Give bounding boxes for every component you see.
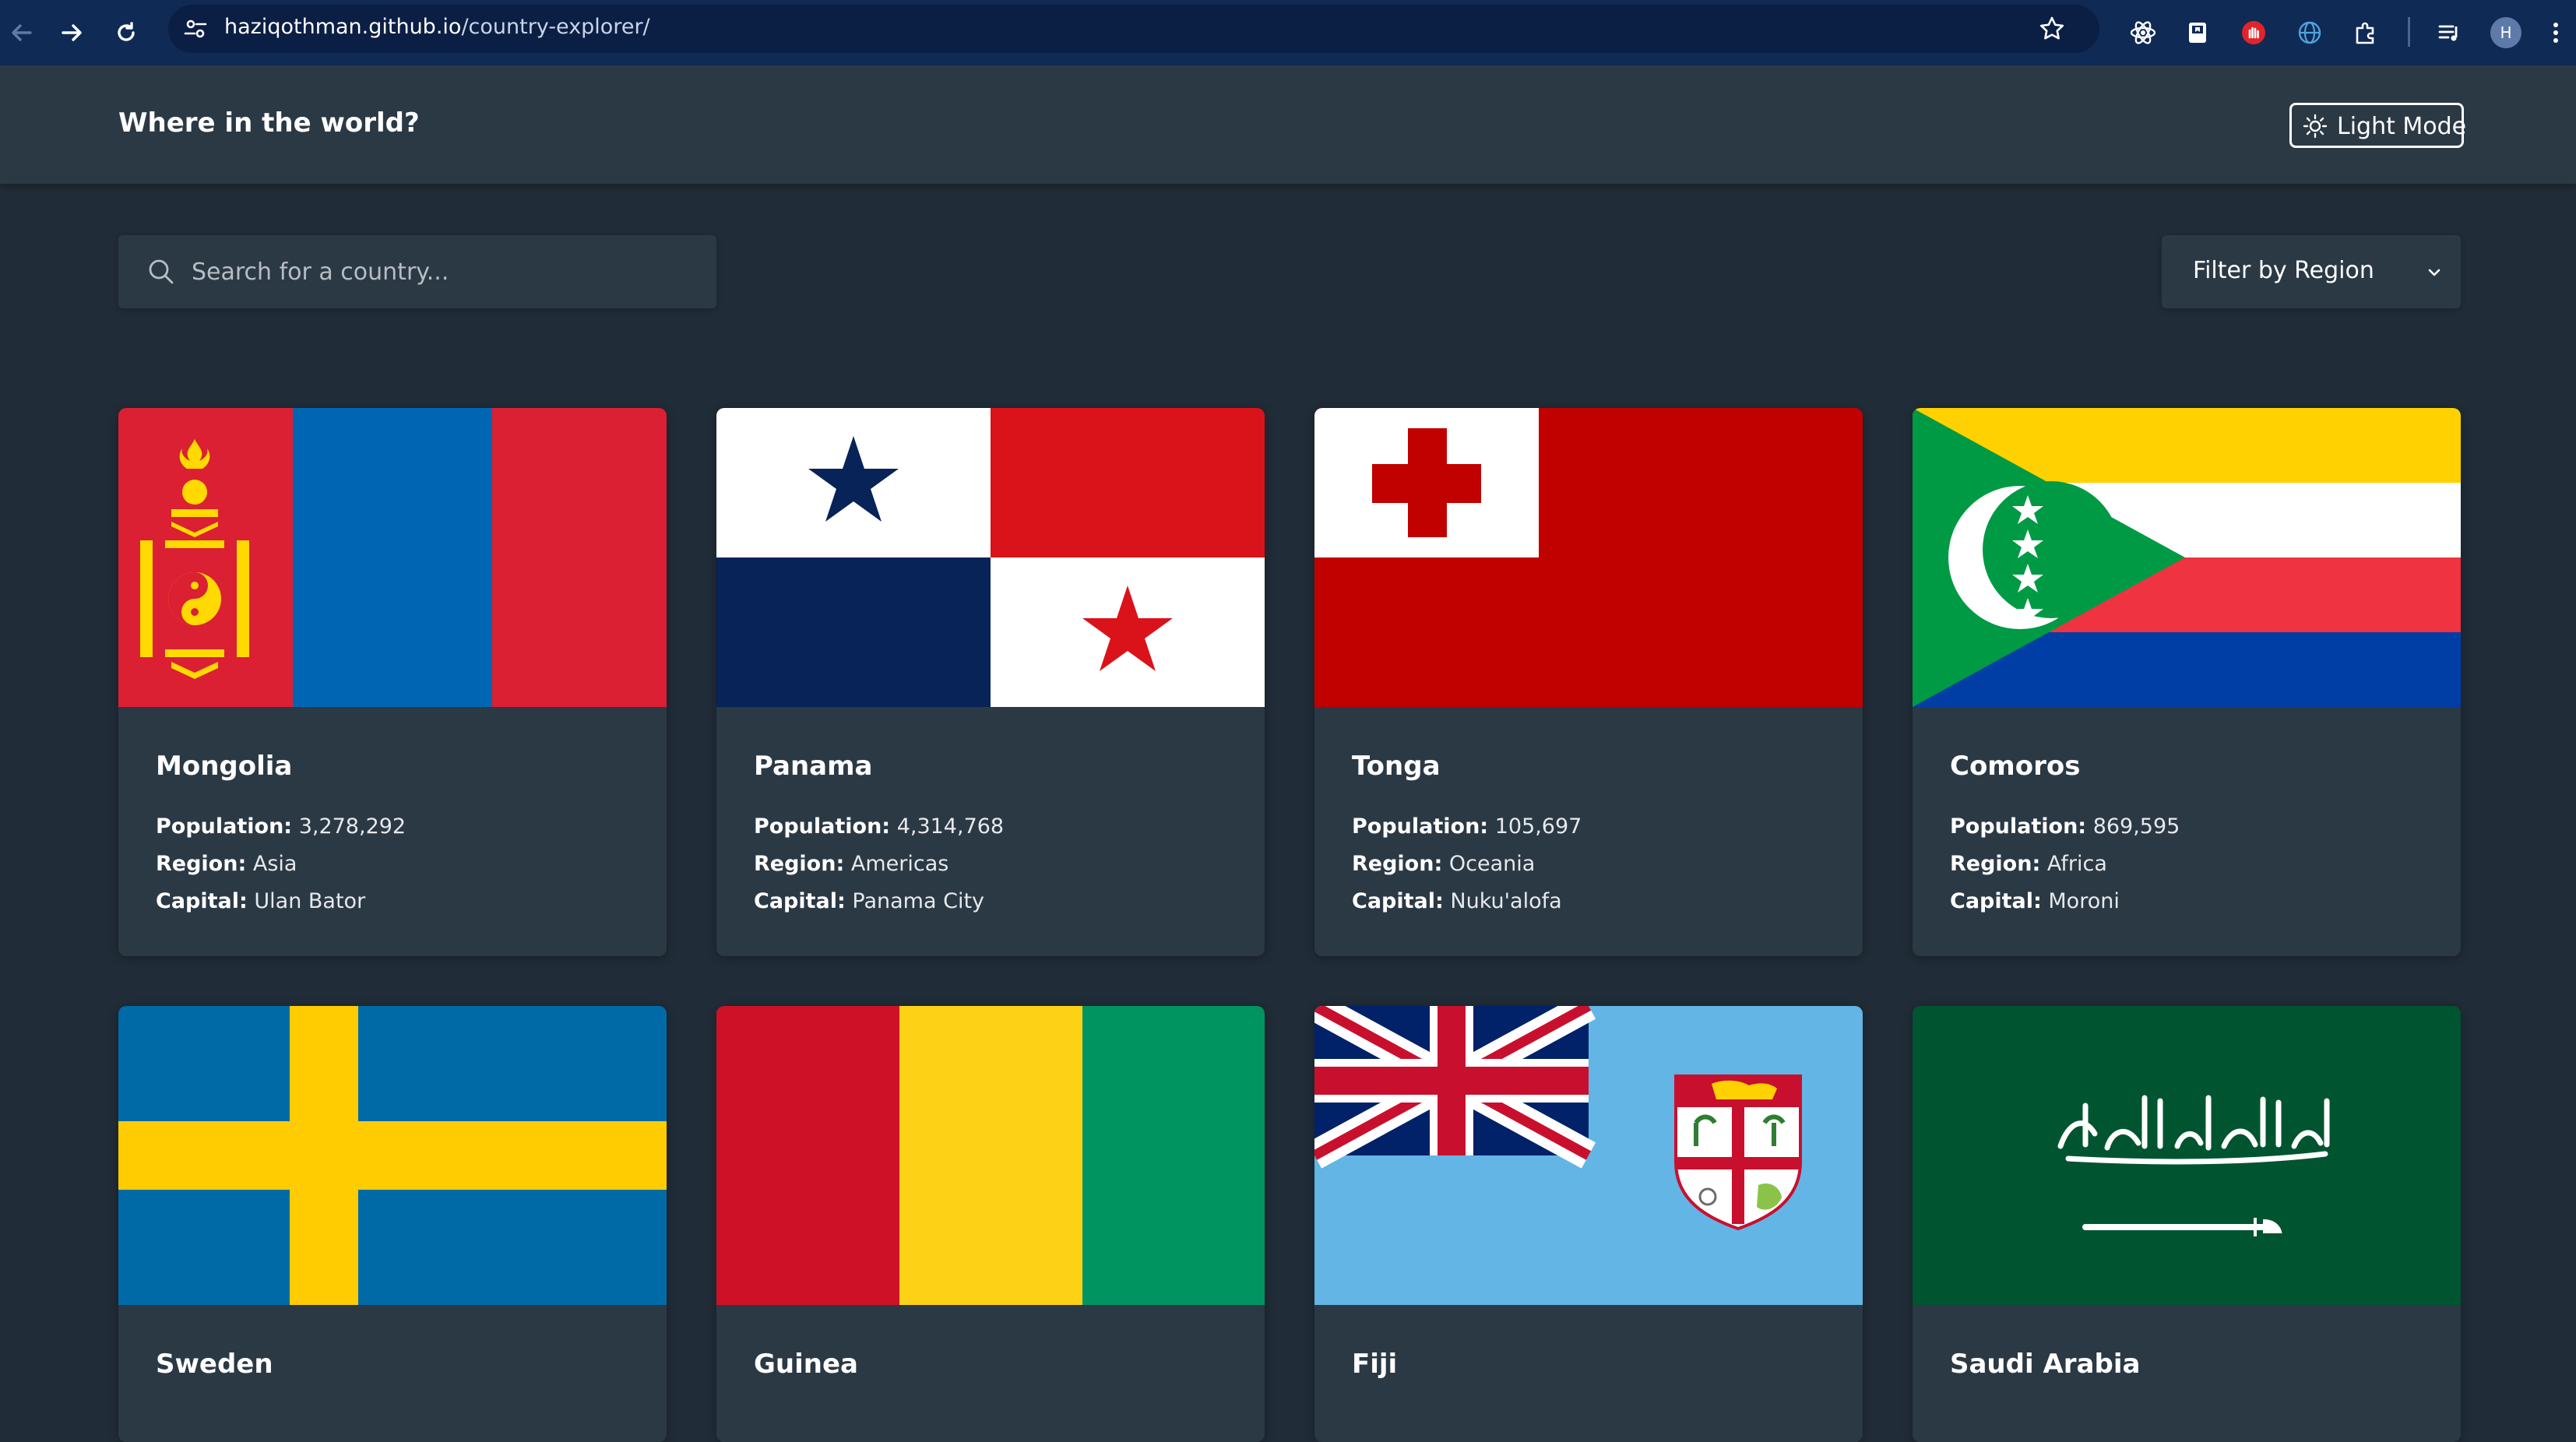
sun-icon [2303,114,2328,139]
country-card-sweden[interactable]: Sweden [118,1006,667,1442]
country-card-fiji[interactable]: Fiji [1314,1006,1863,1442]
sweden-flag [118,1006,667,1305]
country-capital: Capital: Panama City [754,889,984,913]
search-box[interactable] [118,235,716,308]
country-name: Saudi Arabia [1950,1349,2141,1380]
react-devtools-icon[interactable] [2121,11,2165,55]
capital-value: Moroni [2048,889,2120,913]
media-control-icon[interactable] [2428,11,2472,55]
country-name: Comoros [1950,751,2081,782]
region-value: Africa [2046,852,2107,876]
region-value: Americas [850,852,949,876]
capital-label: Capital: [156,889,248,913]
country-name: Tonga [1352,751,1441,782]
capital-value: Nuku'alofa [1450,889,1562,913]
profile-avatar[interactable]: H [2484,11,2528,55]
extension-globe-icon[interactable] [2288,11,2331,55]
population-label: Population: [1352,814,1489,839]
country-name: Fiji [1352,1349,1398,1380]
fiji-flag [1314,1006,1863,1305]
browser-toolbar: haziqothman.github.io/country-explorer/ … [0,0,2576,65]
country-region: Region: Africa [1950,852,2107,876]
panama-flag [716,408,1265,707]
country-capital: Capital: Nuku'alofa [1352,889,1562,913]
capital-label: Capital: [1352,889,1444,913]
region-label: Region: [156,852,247,876]
address-bar[interactable]: haziqothman.github.io/country-explorer/ [168,5,2099,53]
country-region: Region: Americas [754,852,948,876]
saudi-arabia-flag [1913,1006,2461,1305]
toolbar-divider [2408,17,2410,47]
country-card-mongolia[interactable]: Mongolia Population: 3,278,292 Region: A… [118,408,667,956]
country-capital: Capital: Moroni [1950,889,2120,913]
capital-value: Ulan Bator [254,889,366,913]
country-card-guinea[interactable]: Guinea [716,1006,1265,1442]
extension-bookmark-icon[interactable] [2176,11,2219,55]
theme-toggle-button[interactable]: Light Mode [2289,103,2467,148]
capital-value: Panama City [852,889,985,913]
tonga-flag [1314,408,1863,707]
url-text: haziqothman.github.io/country-explorer/ [224,15,650,39]
comoros-flag [1913,408,2461,707]
page-title: Where in the world? [118,107,420,139]
region-label: Region: [754,852,845,876]
population-value: 3,278,292 [298,814,406,839]
url-domain: haziqothman.github.io [224,15,462,39]
country-name: Panama [754,751,873,782]
country-population: Population: 4,314,768 [754,814,1004,839]
forward-icon[interactable] [50,11,93,55]
region-label: Region: [1352,852,1443,876]
country-name: Guinea [754,1349,858,1380]
browser-menu-icon[interactable] [2540,11,2571,55]
country-capital: Capital: Ulan Bator [156,889,365,913]
url-path: /country-explorer/ [461,15,650,39]
back-icon[interactable] [0,11,44,55]
mongolia-flag [118,408,667,707]
population-label: Population: [754,814,891,839]
chevron-down-icon [2425,263,2444,282]
site-info-icon[interactable] [182,16,209,42]
country-population: Population: 3,278,292 [156,814,406,839]
country-population: Population: 105,697 [1352,814,1582,839]
country-name: Sweden [156,1349,273,1380]
country-card-tonga[interactable]: Tonga Population: 105,697 Region: Oceani… [1314,408,1863,956]
region-filter-label: Filter by Region [2193,257,2374,284]
region-value: Oceania [1448,852,1536,876]
country-card-panama[interactable]: Panama Population: 4,314,768 Region: Ame… [716,408,1265,956]
bookmark-star-icon[interactable] [2037,14,2067,44]
adblock-icon[interactable] [2232,11,2275,55]
search-icon [146,257,176,287]
guinea-flag [716,1006,1265,1305]
region-filter-dropdown[interactable]: Filter by Region [2162,235,2461,308]
population-label: Population: [156,814,293,839]
reload-icon[interactable] [104,11,148,55]
country-card-saudi-arabia[interactable]: Saudi Arabia [1913,1006,2461,1442]
profile-initial: H [2490,17,2521,48]
population-label: Population: [1950,814,2087,839]
population-value: 869,595 [2092,814,2180,839]
region-label: Region: [1950,852,2041,876]
app-header: Where in the world? Light Mode [0,65,2576,184]
capital-label: Capital: [1950,889,2042,913]
country-region: Region: Asia [156,852,297,876]
country-name: Mongolia [156,751,293,782]
capital-label: Capital: [754,889,846,913]
country-population: Population: 869,595 [1950,814,2180,839]
country-card-comoros[interactable]: Comoros Population: 869,595 Region: Afri… [1913,408,2461,956]
population-value: 105,697 [1494,814,1582,839]
extensions-puzzle-icon[interactable] [2344,11,2388,55]
theme-toggle-label: Light Mode [2337,113,2467,140]
region-value: Asia [252,852,297,876]
search-input[interactable] [192,254,690,290]
population-value: 4,314,768 [896,814,1005,839]
country-region: Region: Oceania [1352,852,1535,876]
